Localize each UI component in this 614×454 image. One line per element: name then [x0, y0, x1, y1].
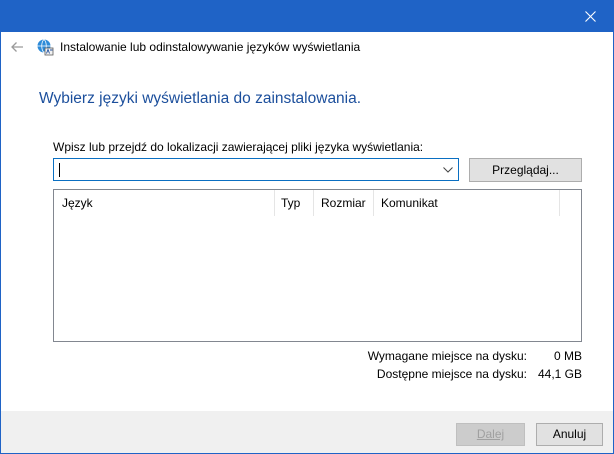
path-input[interactable] [53, 158, 459, 181]
language-settings-icon [37, 39, 54, 56]
next-button[interactable]: Dalej [456, 423, 525, 446]
button-bar: Dalej Anuluj [1, 411, 613, 453]
column-divider[interactable] [313, 190, 314, 216]
back-arrow-icon [11, 42, 23, 52]
language-list[interactable]: Język Typ Rozmiar Komunikat [53, 189, 582, 342]
chevron-down-icon [443, 167, 453, 173]
column-header-size[interactable]: Rozmiar [321, 190, 366, 216]
available-space-value: 44,1 GB [537, 367, 582, 381]
column-header-language[interactable]: Język [62, 190, 93, 216]
close-icon [584, 10, 596, 22]
browse-button[interactable]: Przeglądaj... [469, 158, 582, 182]
column-divider[interactable] [373, 190, 374, 216]
column-header-type[interactable]: Typ [281, 190, 300, 216]
next-button-label: Dalej [476, 427, 505, 441]
cancel-button[interactable]: Anuluj [536, 423, 603, 446]
page-heading: Wybierz języki wyświetlania do zainstalo… [39, 90, 362, 107]
dropdown-button[interactable] [442, 164, 454, 176]
window-title: Instalowanie lub odinstalowywanie językó… [60, 40, 361, 54]
list-header: Język Typ Rozmiar Komunikat [54, 190, 581, 216]
required-space-label: Wymagane miejsce na dysku: [367, 349, 527, 363]
navigation-bar: Instalowanie lub odinstalowywanie językó… [1, 32, 613, 62]
column-divider[interactable] [274, 190, 275, 216]
column-divider[interactable] [559, 190, 560, 216]
title-bar[interactable] [1, 1, 613, 32]
back-button[interactable] [7, 37, 27, 57]
available-space-label: Dostępne miejsce na dysku: [376, 367, 527, 381]
required-space-value: 0 MB [553, 349, 582, 363]
path-label: Wpisz lub przejdź do lokalizacji zawiera… [53, 140, 424, 154]
dialog-window: Instalowanie lub odinstalowywanie językó… [0, 0, 614, 454]
column-header-message[interactable]: Komunikat [381, 190, 438, 216]
text-caret [59, 163, 60, 177]
close-button[interactable] [567, 1, 613, 31]
